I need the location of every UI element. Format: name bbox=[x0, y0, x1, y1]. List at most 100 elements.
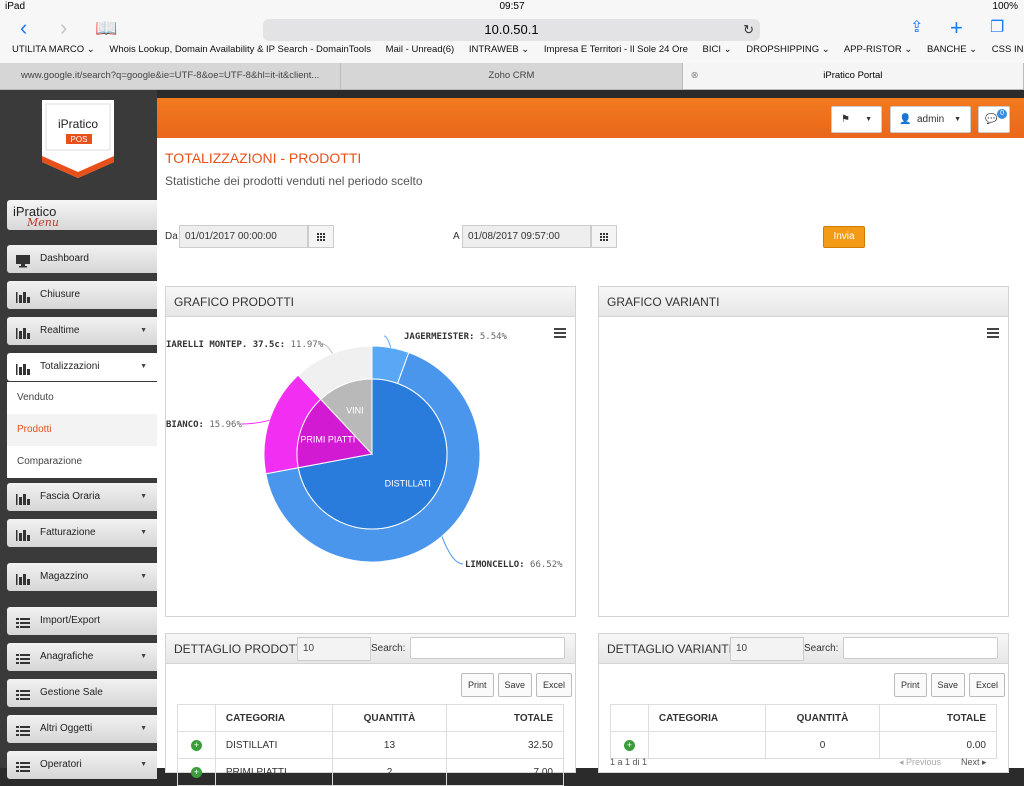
print-button[interactable]: Print bbox=[461, 673, 494, 697]
bookmark-item[interactable]: CSS INFO ⌄ bbox=[992, 44, 1024, 55]
tabs-overview-icon[interactable]: ❐ bbox=[990, 18, 1004, 38]
notification-badge: 0 bbox=[997, 109, 1007, 119]
forward-icon[interactable]: › bbox=[60, 17, 67, 39]
sidebar-item-fatturazione[interactable]: Fatturazione ▼ bbox=[7, 519, 157, 547]
variant-chart-menu-icon[interactable] bbox=[987, 328, 999, 338]
save-button[interactable]: Save bbox=[930, 673, 966, 697]
bookmarks-icon[interactable]: 📖 bbox=[95, 18, 117, 38]
tab-zoho[interactable]: Zoho CRM bbox=[341, 63, 683, 89]
reload-icon[interactable]: ↻ bbox=[743, 19, 754, 41]
sidebar-item-dashboard[interactable]: Dashboard bbox=[7, 245, 157, 273]
col-categoria[interactable]: CATEGORIA bbox=[214, 704, 333, 732]
bookmark-item[interactable]: Mail - Unread(6) bbox=[386, 44, 455, 55]
bookmark-item[interactable]: UTILITA MARCO ⌄ bbox=[12, 44, 95, 55]
ipratico-pos-logo: iPratico POS bbox=[42, 100, 114, 178]
search-input[interactable] bbox=[410, 637, 565, 659]
ipratico-menu-brand[interactable]: iPratico Menu bbox=[7, 200, 157, 230]
chevron-down-icon: ▼ bbox=[954, 116, 961, 123]
back-icon[interactable]: ‹ bbox=[20, 17, 27, 39]
product-table: CATEGORIA QUANTITÀ TOTALE + DISTILLATI 1… bbox=[177, 704, 564, 786]
excel-button[interactable]: Excel bbox=[536, 673, 573, 697]
sidebar-item-totalizzazioni[interactable]: Totalizzazioni ▼ bbox=[7, 353, 157, 381]
page-size-select[interactable]: 10 bbox=[730, 637, 804, 661]
sidebar-item-label: Anagrafiche bbox=[40, 651, 94, 662]
submenu-comparazione[interactable]: Comparazione bbox=[7, 446, 157, 478]
address-bar[interactable]: 10.0.50.1 ↻ bbox=[263, 19, 760, 41]
cell-quantita: 13 bbox=[331, 731, 448, 759]
from-date-input[interactable]: 01/01/2017 00:00:00 bbox=[179, 225, 308, 248]
sidebar-item-operatori[interactable]: Operatori ▼ bbox=[7, 751, 157, 779]
submenu-venduto[interactable]: Venduto bbox=[7, 382, 157, 414]
expand-row-icon[interactable]: + bbox=[190, 766, 202, 778]
bookmark-item[interactable]: Impresa E Territori - Il Sole 24 Ore bbox=[544, 44, 688, 55]
tab-ipratico[interactable]: ⊗ iPratico Portal bbox=[682, 63, 1024, 89]
tab-google[interactable]: www.google.it/search?q=google&ie=UTF-8&o… bbox=[0, 63, 342, 89]
bookmark-item[interactable]: BANCHE ⌄ bbox=[927, 44, 977, 55]
bookmark-item[interactable]: DROPSHIPPING ⌄ bbox=[746, 44, 829, 55]
cell-categoria: DISTILLATI bbox=[214, 731, 333, 759]
variant-detail-panel: DETTAGLIO VARIANTI 10 Search: Print Save… bbox=[598, 633, 1009, 773]
user-dropdown[interactable]: 👤 admin ▼ bbox=[890, 106, 971, 133]
pagination-previous[interactable]: ◂ Previous bbox=[899, 757, 941, 768]
sidebar-item-label: Operatori bbox=[40, 759, 82, 770]
from-calendar-button[interactable] bbox=[308, 225, 334, 248]
sidebar-item-magazzino[interactable]: Magazzino ▼ bbox=[7, 563, 157, 591]
to-calendar-button[interactable] bbox=[591, 225, 617, 248]
submit-button[interactable]: Invia bbox=[823, 226, 865, 248]
expand-row-icon[interactable]: + bbox=[623, 739, 635, 751]
col-quantita[interactable]: QUANTITÀ bbox=[331, 704, 448, 732]
chevron-down-icon: ▼ bbox=[140, 327, 147, 334]
main-content: ⚑ ▼ 👤 admin ▼ 💬 0 TOTALIZZAZIONI - PRODO… bbox=[157, 98, 1024, 786]
search-input[interactable] bbox=[843, 637, 998, 659]
bookmark-item[interactable]: APP-RISTOR ⌄ bbox=[844, 44, 913, 55]
excel-button[interactable]: Excel bbox=[969, 673, 1006, 697]
list-icon bbox=[15, 650, 31, 664]
save-button[interactable]: Save bbox=[497, 673, 533, 697]
cell-totale: 0.00 bbox=[879, 731, 997, 759]
to-date-input[interactable]: 01/08/2017 09:57:00 bbox=[462, 225, 591, 248]
sidebar-item-import-export[interactable]: Import/Export bbox=[7, 607, 157, 635]
submenu-prodotti[interactable]: Prodotti bbox=[7, 414, 157, 446]
table-header-row: CATEGORIA QUANTITÀ TOTALE bbox=[610, 704, 997, 732]
language-dropdown[interactable]: ⚑ ▼ bbox=[831, 106, 882, 133]
share-icon[interactable]: ⇪ bbox=[910, 18, 923, 38]
export-buttons: Print Save Excel bbox=[894, 673, 1006, 697]
col-categoria[interactable]: CATEGORIA bbox=[647, 704, 766, 732]
print-button[interactable]: Print bbox=[894, 673, 927, 697]
close-tab-icon[interactable]: ⊗ bbox=[691, 63, 699, 89]
bookmark-item[interactable]: Whois Lookup, Domain Availability & IP S… bbox=[109, 44, 371, 55]
sidebar-item-anagrafiche[interactable]: Anagrafiche ▼ bbox=[7, 643, 157, 671]
pagination-next[interactable]: Next ▸ bbox=[961, 757, 987, 768]
chevron-down-icon: ▼ bbox=[140, 573, 147, 580]
messages-button[interactable]: 💬 0 bbox=[978, 106, 1010, 133]
page-size-select[interactable]: 10 bbox=[297, 637, 371, 661]
cell-totale: 32.50 bbox=[446, 731, 564, 759]
sidebar-item-realtime[interactable]: Realtime ▼ bbox=[7, 317, 157, 345]
list-icon bbox=[15, 758, 31, 772]
sidebar-item-fascia-oraria[interactable]: Fascia Oraria ▼ bbox=[7, 483, 157, 511]
chevron-down-icon: ▼ bbox=[865, 116, 872, 123]
search-label: Search: bbox=[804, 643, 839, 654]
expand-row-icon[interactable]: + bbox=[190, 739, 202, 751]
sidebar-item-chiusure[interactable]: Chiusure bbox=[7, 281, 157, 309]
bookmark-item[interactable]: BICI ⌄ bbox=[703, 44, 732, 55]
monitor-icon bbox=[15, 252, 31, 268]
table-row[interactable]: + PRIMI PIATTI 2 7.00 bbox=[177, 758, 564, 786]
clock: 09:57 bbox=[499, 1, 525, 12]
sidebar-item-altri-oggetti[interactable]: Altri Oggetti ▼ bbox=[7, 715, 157, 743]
calendar-icon bbox=[317, 233, 325, 241]
col-totale[interactable]: TOTALE bbox=[446, 704, 564, 732]
col-quantita[interactable]: QUANTITÀ bbox=[764, 704, 881, 732]
product-pie-chart: DISTILLATI PRIMI PIATTI VINI JAGERMEISTER: … bbox=[166, 332, 563, 570]
table-row[interactable]: + 0 0.00 bbox=[610, 731, 997, 759]
sidebar-item-gestione-sale[interactable]: Gestione Sale bbox=[7, 679, 157, 707]
bookmark-item[interactable]: INTRAWEB ⌄ bbox=[469, 44, 529, 55]
table-row[interactable]: + DISTILLATI 13 32.50 bbox=[177, 731, 564, 759]
calendar-icon bbox=[600, 233, 608, 241]
bar-chart-icon bbox=[15, 526, 31, 541]
col-totale[interactable]: TOTALE bbox=[879, 704, 997, 732]
new-tab-icon[interactable]: + bbox=[950, 17, 963, 39]
bookmarks-bar: UTILITA MARCO ⌄ Whois Lookup, Domain Ava… bbox=[0, 44, 1024, 63]
chevron-down-icon: ▼ bbox=[140, 725, 147, 732]
inner-label: VINI bbox=[346, 406, 364, 416]
